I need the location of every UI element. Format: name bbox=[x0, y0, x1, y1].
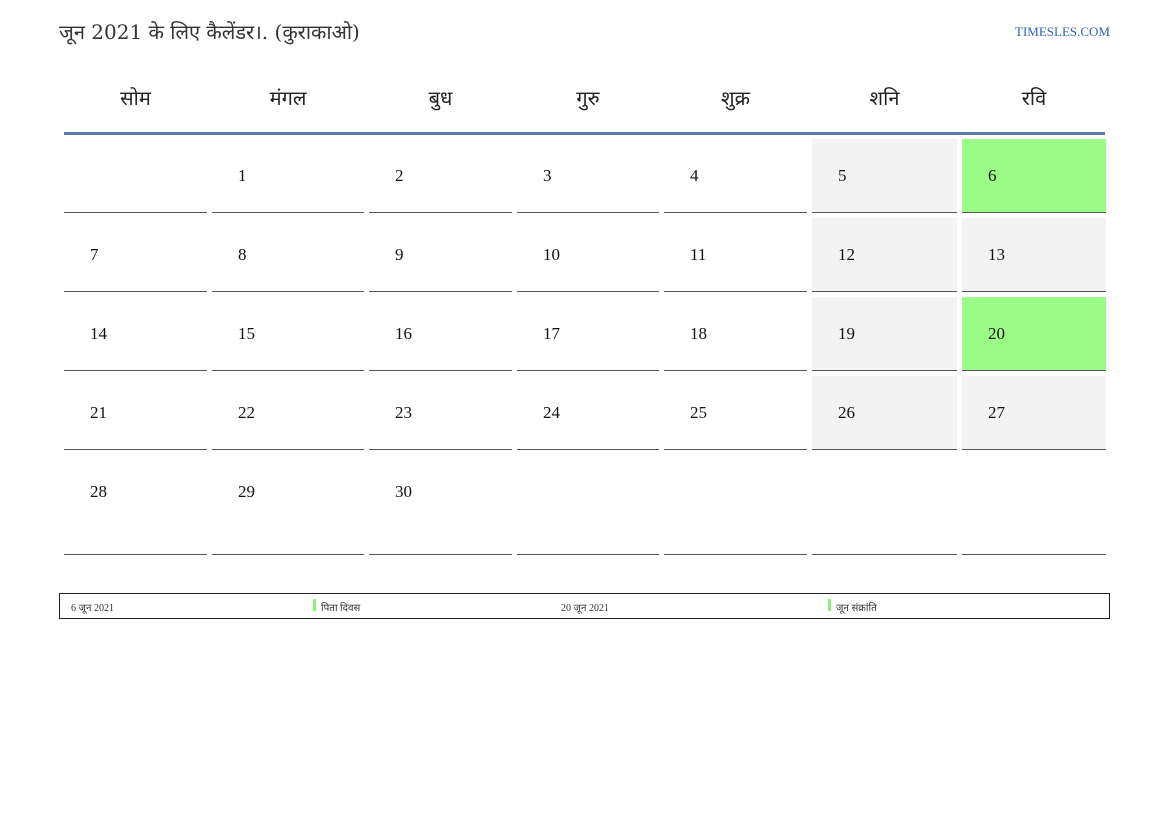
day-cell: 29 bbox=[212, 455, 364, 555]
weekday-thu: गुरु bbox=[576, 85, 600, 110]
day-cell: 23 bbox=[369, 376, 512, 450]
day-number: 23 bbox=[395, 403, 412, 422]
day-cell-weekend: 27 bbox=[962, 376, 1106, 450]
day-number: 5 bbox=[838, 166, 847, 185]
day-number: 11 bbox=[690, 245, 707, 264]
weekday-fri: शुक्र bbox=[721, 85, 750, 110]
day-number: 6 bbox=[988, 166, 997, 185]
day-cell: 25 bbox=[664, 376, 807, 450]
day-cell: 8 bbox=[212, 218, 364, 292]
day-cell-weekend: 13 bbox=[962, 218, 1106, 292]
day-number: 13 bbox=[988, 245, 1005, 264]
weekday-mon: सोम bbox=[120, 85, 151, 110]
day-number: 4 bbox=[690, 166, 699, 185]
day-cell: 16 bbox=[369, 297, 512, 371]
day-number: 22 bbox=[238, 403, 255, 422]
day-cell: 1 bbox=[212, 139, 364, 213]
day-cell: 28 bbox=[64, 455, 207, 555]
day-number: 12 bbox=[838, 245, 855, 264]
day-number: 18 bbox=[690, 324, 707, 343]
legend-date: 6 जून 2021 bbox=[71, 603, 114, 614]
day-cell-weekend: 12 bbox=[812, 218, 957, 292]
site-link[interactable]: TIMESLES.COM bbox=[1015, 24, 1110, 40]
day-number: 14 bbox=[90, 324, 107, 343]
day-cell: 15 bbox=[212, 297, 364, 371]
day-number: 19 bbox=[838, 324, 855, 343]
day-number: 3 bbox=[543, 166, 552, 185]
day-cell-holiday: 6 bbox=[962, 139, 1106, 213]
day-cell-weekend: 26 bbox=[812, 376, 957, 450]
day-number: 8 bbox=[238, 245, 247, 264]
day-number: 28 bbox=[90, 482, 107, 501]
day-cell: 11 bbox=[664, 218, 807, 292]
day-number: 27 bbox=[988, 403, 1005, 422]
day-cell: 18 bbox=[664, 297, 807, 371]
day-cell-empty bbox=[812, 455, 957, 555]
day-cell: 9 bbox=[369, 218, 512, 292]
day-cell-empty bbox=[664, 455, 807, 555]
holiday-marker bbox=[313, 599, 316, 611]
holiday-marker bbox=[828, 599, 831, 611]
day-cell: 17 bbox=[517, 297, 659, 371]
day-cell-empty bbox=[962, 455, 1106, 555]
weekday-wed: बुध bbox=[428, 85, 453, 110]
day-grid: 1 2 3 4 5 6 7 8 9 10 11 12 13 14 15 16 1… bbox=[64, 139, 1106, 560]
day-number: 26 bbox=[838, 403, 855, 422]
day-number: 29 bbox=[238, 482, 255, 501]
day-number: 7 bbox=[90, 245, 99, 264]
day-cell: 14 bbox=[64, 297, 207, 371]
day-cell-weekend: 19 bbox=[812, 297, 957, 371]
day-number: 25 bbox=[690, 403, 707, 422]
holiday-legend: 6 जून 2021 पिता दिवस 20 जून 2021 जून संक… bbox=[59, 593, 1110, 619]
weekday-sat: शनि bbox=[869, 85, 900, 110]
day-number: 20 bbox=[988, 324, 1005, 343]
day-cell-empty bbox=[517, 455, 659, 555]
weekday-tue: मंगल bbox=[269, 85, 307, 110]
day-number: 9 bbox=[395, 245, 404, 264]
legend-holiday-name: जून संक्रांति bbox=[836, 603, 877, 614]
day-number: 30 bbox=[395, 482, 412, 501]
day-number: 24 bbox=[543, 403, 560, 422]
day-cell-weekend: 5 bbox=[812, 139, 957, 213]
day-cell: 7 bbox=[64, 218, 207, 292]
day-cell-holiday: 20 bbox=[962, 297, 1106, 371]
page-title: जून 2021 के लिए कैलेंडर।. (कुराकाओ) bbox=[59, 20, 360, 44]
day-cell: 24 bbox=[517, 376, 659, 450]
day-number: 17 bbox=[543, 324, 560, 343]
day-cell bbox=[64, 139, 207, 213]
day-cell: 21 bbox=[64, 376, 207, 450]
day-number: 16 bbox=[395, 324, 412, 343]
day-number: 1 bbox=[238, 166, 247, 185]
day-cell: 30 bbox=[369, 455, 512, 555]
day-cell: 22 bbox=[212, 376, 364, 450]
weekday-sun: रवि bbox=[1021, 85, 1047, 110]
day-number: 15 bbox=[238, 324, 255, 343]
day-number: 2 bbox=[395, 166, 404, 185]
day-cell: 2 bbox=[369, 139, 512, 213]
day-cell: 3 bbox=[517, 139, 659, 213]
weekday-header-row: सोम मंगल बुध गुरु शुक्र शनि रवि bbox=[64, 62, 1105, 135]
calendar: सोम मंगल बुध गुरु शुक्र शनि रवि 1 2 3 4 … bbox=[64, 62, 1106, 560]
day-number: 10 bbox=[543, 245, 560, 264]
day-number: 21 bbox=[90, 403, 107, 422]
legend-holiday-name: पिता दिवस bbox=[321, 603, 361, 614]
day-cell: 10 bbox=[517, 218, 659, 292]
day-cell: 4 bbox=[664, 139, 807, 213]
legend-date: 20 जून 2021 bbox=[561, 603, 609, 614]
